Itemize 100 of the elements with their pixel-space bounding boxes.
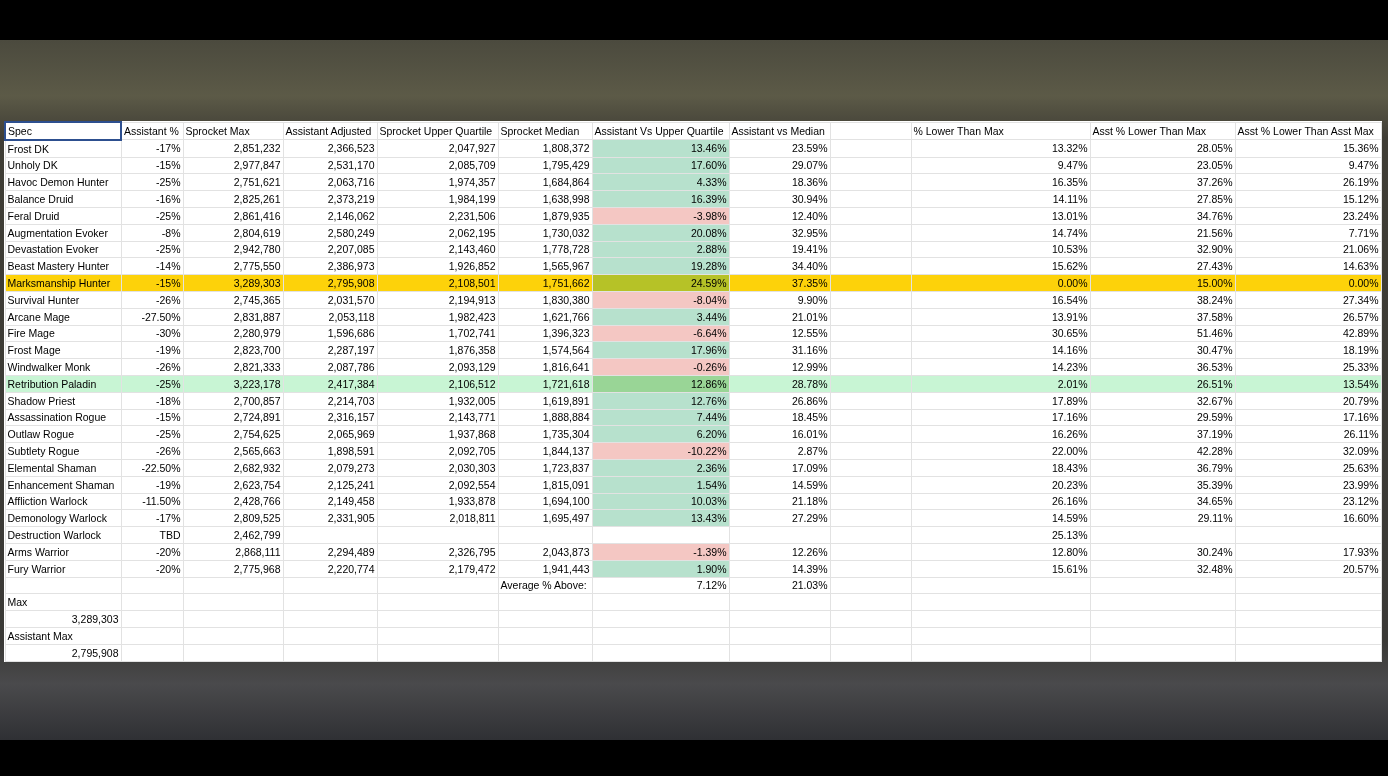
column-header[interactable]: Assistant Adjusted — [283, 122, 377, 140]
table-cell: Arcane Mage — [5, 308, 121, 326]
table-cell: 1,702,741 — [377, 325, 498, 342]
table-cell: -20% — [121, 560, 183, 577]
table-cell: 2,030,303 — [377, 459, 498, 477]
table-cell: 14.39% — [729, 560, 830, 577]
column-header[interactable]: % Lower Than Max — [911, 122, 1090, 140]
table-cell: 16.54% — [911, 291, 1090, 309]
table-cell: 21.06% — [1235, 241, 1381, 258]
table-cell: 36.53% — [1090, 358, 1235, 376]
table-cell: 26.86% — [729, 392, 830, 410]
table-cell: Unholy DK — [5, 157, 121, 174]
table-cell: Shadow Priest — [5, 392, 121, 410]
table-cell: -22.50% — [121, 459, 183, 477]
table-cell: -11.50% — [121, 493, 183, 510]
column-header[interactable]: Spec — [5, 122, 121, 140]
column-header[interactable]: Asst % Lower Than Max — [1090, 122, 1235, 140]
table-cell: 37.19% — [1090, 425, 1235, 443]
table-cell: 18.19% — [1235, 341, 1381, 359]
table-cell: 12.26% — [729, 543, 830, 561]
table-cell: 1,876,358 — [377, 341, 498, 359]
table-cell: 2,065,969 — [283, 425, 377, 443]
table-cell: -18% — [121, 392, 183, 410]
table-cell: 2,316,157 — [283, 409, 377, 426]
table-cell: 14.59% — [729, 476, 830, 494]
table-cell: -25% — [121, 241, 183, 258]
table-cell: 9.90% — [729, 291, 830, 309]
table-cell: 2,053,118 — [283, 308, 377, 326]
table-cell: 1,888,884 — [498, 409, 592, 426]
table-cell: Arms Warrior — [5, 543, 121, 561]
table-cell: 2,326,795 — [377, 543, 498, 561]
table-cell: 2,207,085 — [283, 241, 377, 258]
table-cell: 32.90% — [1090, 241, 1235, 258]
column-header[interactable]: Sprocket Upper Quartile — [377, 122, 498, 140]
column-header[interactable]: Sprocket Max — [183, 122, 283, 140]
table-cell: Windwalker Monk — [5, 358, 121, 376]
table-cell: -26% — [121, 291, 183, 309]
table-cell: 2,804,619 — [183, 224, 283, 242]
table-cell: Enhancement Shaman — [5, 476, 121, 494]
column-header[interactable]: Assistant Vs Upper Quartile — [592, 122, 729, 140]
table-cell: Elemental Shaman — [5, 459, 121, 477]
table-cell: 37.58% — [1090, 308, 1235, 326]
table-cell: 7.71% — [1235, 224, 1381, 242]
table-cell: 2,751,621 — [183, 173, 283, 191]
table-cell: Feral Druid — [5, 207, 121, 225]
table-cell: 2,018,811 — [377, 509, 498, 527]
table-cell: 1,898,591 — [283, 442, 377, 460]
table-cell: Subtlety Rogue — [5, 442, 121, 460]
table-cell: 15.36% — [1235, 139, 1381, 158]
table-cell: Devastation Evoker — [5, 241, 121, 258]
table-cell: 26.57% — [1235, 308, 1381, 326]
table-cell: 2,623,754 — [183, 476, 283, 494]
empty-header[interactable] — [830, 122, 911, 140]
table-cell: 34.65% — [1090, 493, 1235, 510]
table-cell: -19% — [121, 476, 183, 494]
table-cell: 2,366,523 — [283, 139, 377, 158]
table-cell: -15% — [121, 409, 183, 426]
table-cell: -30% — [121, 325, 183, 342]
table-cell: 23.24% — [1235, 207, 1381, 225]
table-cell: 2,092,705 — [377, 442, 498, 460]
table-cell: 26.11% — [1235, 425, 1381, 443]
table-cell: 1,941,443 — [498, 560, 592, 577]
table-cell: 21.18% — [729, 493, 830, 510]
table-cell: -25% — [121, 425, 183, 443]
table-cell: 1,723,837 — [498, 459, 592, 477]
table-cell: 12.55% — [729, 325, 830, 342]
table-cell: 2,775,968 — [183, 560, 283, 577]
table-cell: 13.91% — [911, 308, 1090, 326]
column-header[interactable]: Assistant vs Median — [729, 122, 830, 140]
table-cell: 2,682,932 — [183, 459, 283, 477]
table-cell: 32.67% — [1090, 392, 1235, 410]
table-cell: 30.65% — [911, 325, 1090, 342]
column-header[interactable]: Sprocket Median — [498, 122, 592, 140]
table-cell: -26% — [121, 442, 183, 460]
table-cell: 25.33% — [1235, 358, 1381, 376]
table-cell: 2,287,197 — [283, 341, 377, 359]
table-cell: 2,179,472 — [377, 560, 498, 577]
table-cell: 35.39% — [1090, 476, 1235, 494]
table-cell: 14.16% — [911, 341, 1090, 359]
table-cell: Demonology Warlock — [5, 509, 121, 527]
table-cell: 42.89% — [1235, 325, 1381, 342]
table-cell: 2,428,766 — [183, 493, 283, 510]
table-cell: 1,694,100 — [498, 493, 592, 510]
table-cell: 2,831,887 — [183, 308, 283, 326]
table-cell: 2,092,554 — [377, 476, 498, 494]
table-cell: -25% — [121, 207, 183, 225]
table-cell: 1,684,864 — [498, 173, 592, 191]
table-cell: 2,087,786 — [283, 358, 377, 376]
table-cell: 2,047,927 — [377, 139, 498, 158]
table-cell: 18.43% — [911, 459, 1090, 477]
table-cell: 2,031,570 — [283, 291, 377, 309]
table-cell: 14.23% — [911, 358, 1090, 376]
table-cell: 2,580,249 — [283, 224, 377, 242]
table-cell: Beast Mastery Hunter — [5, 257, 121, 275]
table-cell: 21.03% — [729, 577, 830, 594]
table-cell: 17.16% — [911, 409, 1090, 426]
table-cell: 2,977,847 — [183, 157, 283, 174]
column-header[interactable]: Assistant % — [121, 122, 183, 140]
table-cell: Frost Mage — [5, 341, 121, 359]
column-header[interactable]: Asst % Lower Than Asst Max — [1235, 122, 1381, 140]
